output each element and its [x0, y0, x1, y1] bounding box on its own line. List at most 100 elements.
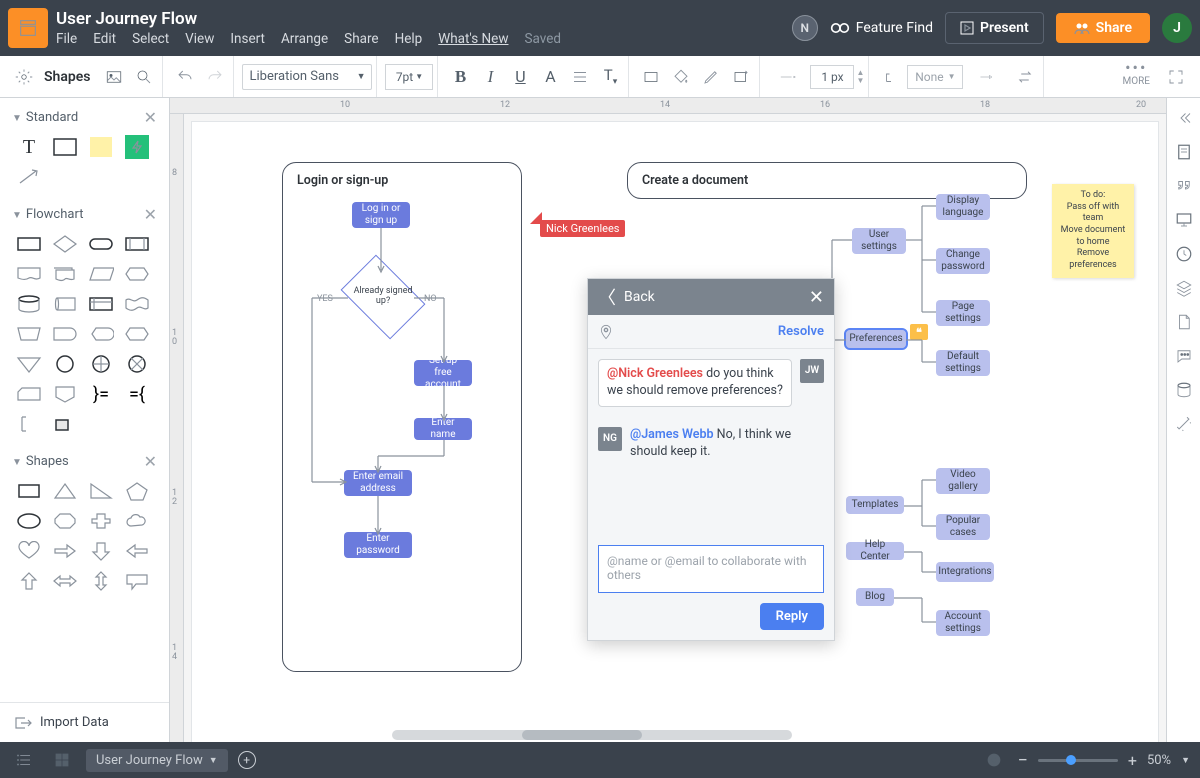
data-icon[interactable] — [1174, 380, 1194, 400]
fc-multidoc[interactable] — [50, 262, 80, 286]
collaborator-avatar[interactable]: N — [792, 15, 818, 41]
chat-icon[interactable] — [1174, 346, 1194, 366]
close-icon[interactable]: ✕ — [144, 205, 157, 224]
italic-icon[interactable]: I — [476, 63, 504, 91]
user-avatar[interactable]: J — [1162, 13, 1192, 43]
line-style-select[interactable] — [768, 63, 808, 91]
back-label[interactable]: Back — [624, 289, 655, 305]
node-integrations[interactable]: Integrations — [936, 562, 994, 582]
fc-predef[interactable] — [122, 232, 152, 256]
sh-arrow-ud[interactable] — [86, 569, 116, 593]
sh-pent[interactable] — [122, 479, 152, 503]
comment-marker-icon[interactable]: ❝ — [910, 324, 928, 340]
reply-button[interactable]: Reply — [760, 603, 824, 630]
container-login[interactable]: Login or sign-up — [282, 162, 522, 672]
fc-delay[interactable] — [50, 322, 80, 346]
sh-rect[interactable] — [14, 479, 44, 503]
sh-cloud[interactable] — [122, 509, 152, 533]
fc-diamond[interactable] — [50, 232, 80, 256]
node-preferences[interactable]: Preferences — [846, 330, 906, 348]
textstyle-icon[interactable]: T▾ — [596, 63, 624, 91]
font-select[interactable]: Liberation Sans▼ — [242, 64, 372, 90]
panel-shapes-label[interactable]: Shapes — [26, 454, 69, 469]
fc-connector[interactable] — [50, 352, 80, 376]
fc-intstore[interactable] — [86, 292, 116, 316]
sticky-note[interactable]: To do: Pass off with team Move document … — [1052, 184, 1134, 278]
grid-icon[interactable] — [48, 746, 76, 774]
fill-none-select[interactable]: None▼ — [907, 65, 963, 89]
sh-cross[interactable] — [86, 509, 116, 533]
fc-data[interactable] — [86, 262, 116, 286]
menu-view[interactable]: View — [185, 31, 214, 47]
underline-icon[interactable]: U — [506, 63, 534, 91]
node-account[interactable]: Account settings — [936, 610, 990, 636]
fc-tape[interactable] — [122, 292, 152, 316]
sh-arrow-d[interactable] — [86, 539, 116, 563]
fc-hex[interactable] — [122, 262, 152, 286]
canvas[interactable]: Login or sign-up Create a document Log i… — [192, 122, 1158, 742]
effects-icon[interactable] — [727, 63, 755, 91]
node-login[interactable]: Log in or sign up — [352, 202, 410, 228]
share-button[interactable]: Share — [1056, 13, 1150, 43]
swap-icon[interactable] — [1011, 63, 1039, 91]
close-icon[interactable]: ✕ — [144, 452, 157, 471]
search-icon[interactable] — [130, 63, 158, 91]
arrow-right-select[interactable] — [965, 63, 1009, 91]
fc-cyl[interactable] — [50, 292, 80, 316]
layers-icon[interactable] — [1174, 278, 1194, 298]
fc-brace-r[interactable]: }= — [86, 382, 116, 406]
sticky-shape[interactable] — [86, 135, 116, 159]
node-setup[interactable]: Set up free account — [414, 360, 472, 386]
align-icon[interactable] — [566, 63, 594, 91]
resolve-button[interactable]: Resolve — [778, 324, 824, 339]
node-changepw[interactable]: Change password — [936, 248, 990, 274]
fc-rect[interactable] — [14, 232, 44, 256]
zoom-out[interactable]: − — [1018, 750, 1028, 771]
fc-offpage[interactable] — [50, 382, 80, 406]
sh-arrow-r[interactable] — [50, 539, 80, 563]
linecolor-icon[interactable] — [877, 63, 905, 91]
import-data[interactable]: Import Data — [0, 702, 169, 742]
fc-terminator[interactable] — [86, 232, 116, 256]
present-button[interactable]: Present — [945, 12, 1044, 44]
node-templates[interactable]: Templates — [846, 496, 904, 514]
zoom-slider[interactable] — [1038, 759, 1118, 762]
sh-ellipse[interactable] — [14, 509, 44, 533]
sh-callout[interactable] — [122, 569, 152, 593]
fc-display[interactable] — [86, 322, 116, 346]
fc-or[interactable] — [122, 352, 152, 376]
menu-share[interactable]: Share — [344, 31, 378, 47]
menu-insert[interactable]: Insert — [230, 31, 265, 47]
rect-shape[interactable] — [50, 135, 80, 159]
fc-brace-l[interactable]: ={ — [122, 382, 152, 406]
sh-arrow-lr[interactable] — [50, 569, 80, 593]
pencil-icon[interactable] — [697, 63, 725, 91]
zoom-in[interactable]: + — [1128, 751, 1137, 770]
zoom-value[interactable]: 50% — [1147, 753, 1171, 768]
app-logo[interactable] — [8, 8, 48, 48]
comment-input[interactable]: @name or @email to collaborate with othe… — [598, 545, 824, 593]
shape-rect-icon[interactable] — [637, 63, 665, 91]
fc-merge[interactable] — [14, 352, 44, 376]
arrow-shape[interactable] — [14, 165, 44, 189]
scrollbar-horizontal[interactable] — [392, 730, 792, 740]
textcolor-icon[interactable]: A — [536, 63, 564, 91]
linewidth-input[interactable]: 1 px — [810, 65, 854, 89]
panel-standard-label[interactable]: Standard — [26, 110, 78, 125]
notes-icon[interactable] — [1174, 142, 1194, 162]
node-usersettings[interactable]: User settings — [852, 228, 906, 254]
undo-icon[interactable] — [171, 63, 199, 91]
more-label[interactable]: MORE — [1123, 77, 1150, 87]
node-email[interactable]: Enter email address — [344, 470, 412, 496]
node-default[interactable]: Default settings — [936, 350, 990, 376]
fc-db[interactable] — [14, 292, 44, 316]
fc-doc[interactable] — [14, 262, 44, 286]
node-video[interactable]: Video gallery — [936, 468, 990, 494]
node-displaylang[interactable]: Display language — [936, 194, 990, 220]
fc-sum[interactable] — [86, 352, 116, 376]
fill-icon[interactable] — [667, 63, 695, 91]
sh-tri[interactable] — [50, 479, 80, 503]
node-pagesettings[interactable]: Page settings — [936, 300, 990, 326]
fc-manual[interactable] — [14, 322, 44, 346]
menu-edit[interactable]: Edit — [93, 31, 116, 47]
